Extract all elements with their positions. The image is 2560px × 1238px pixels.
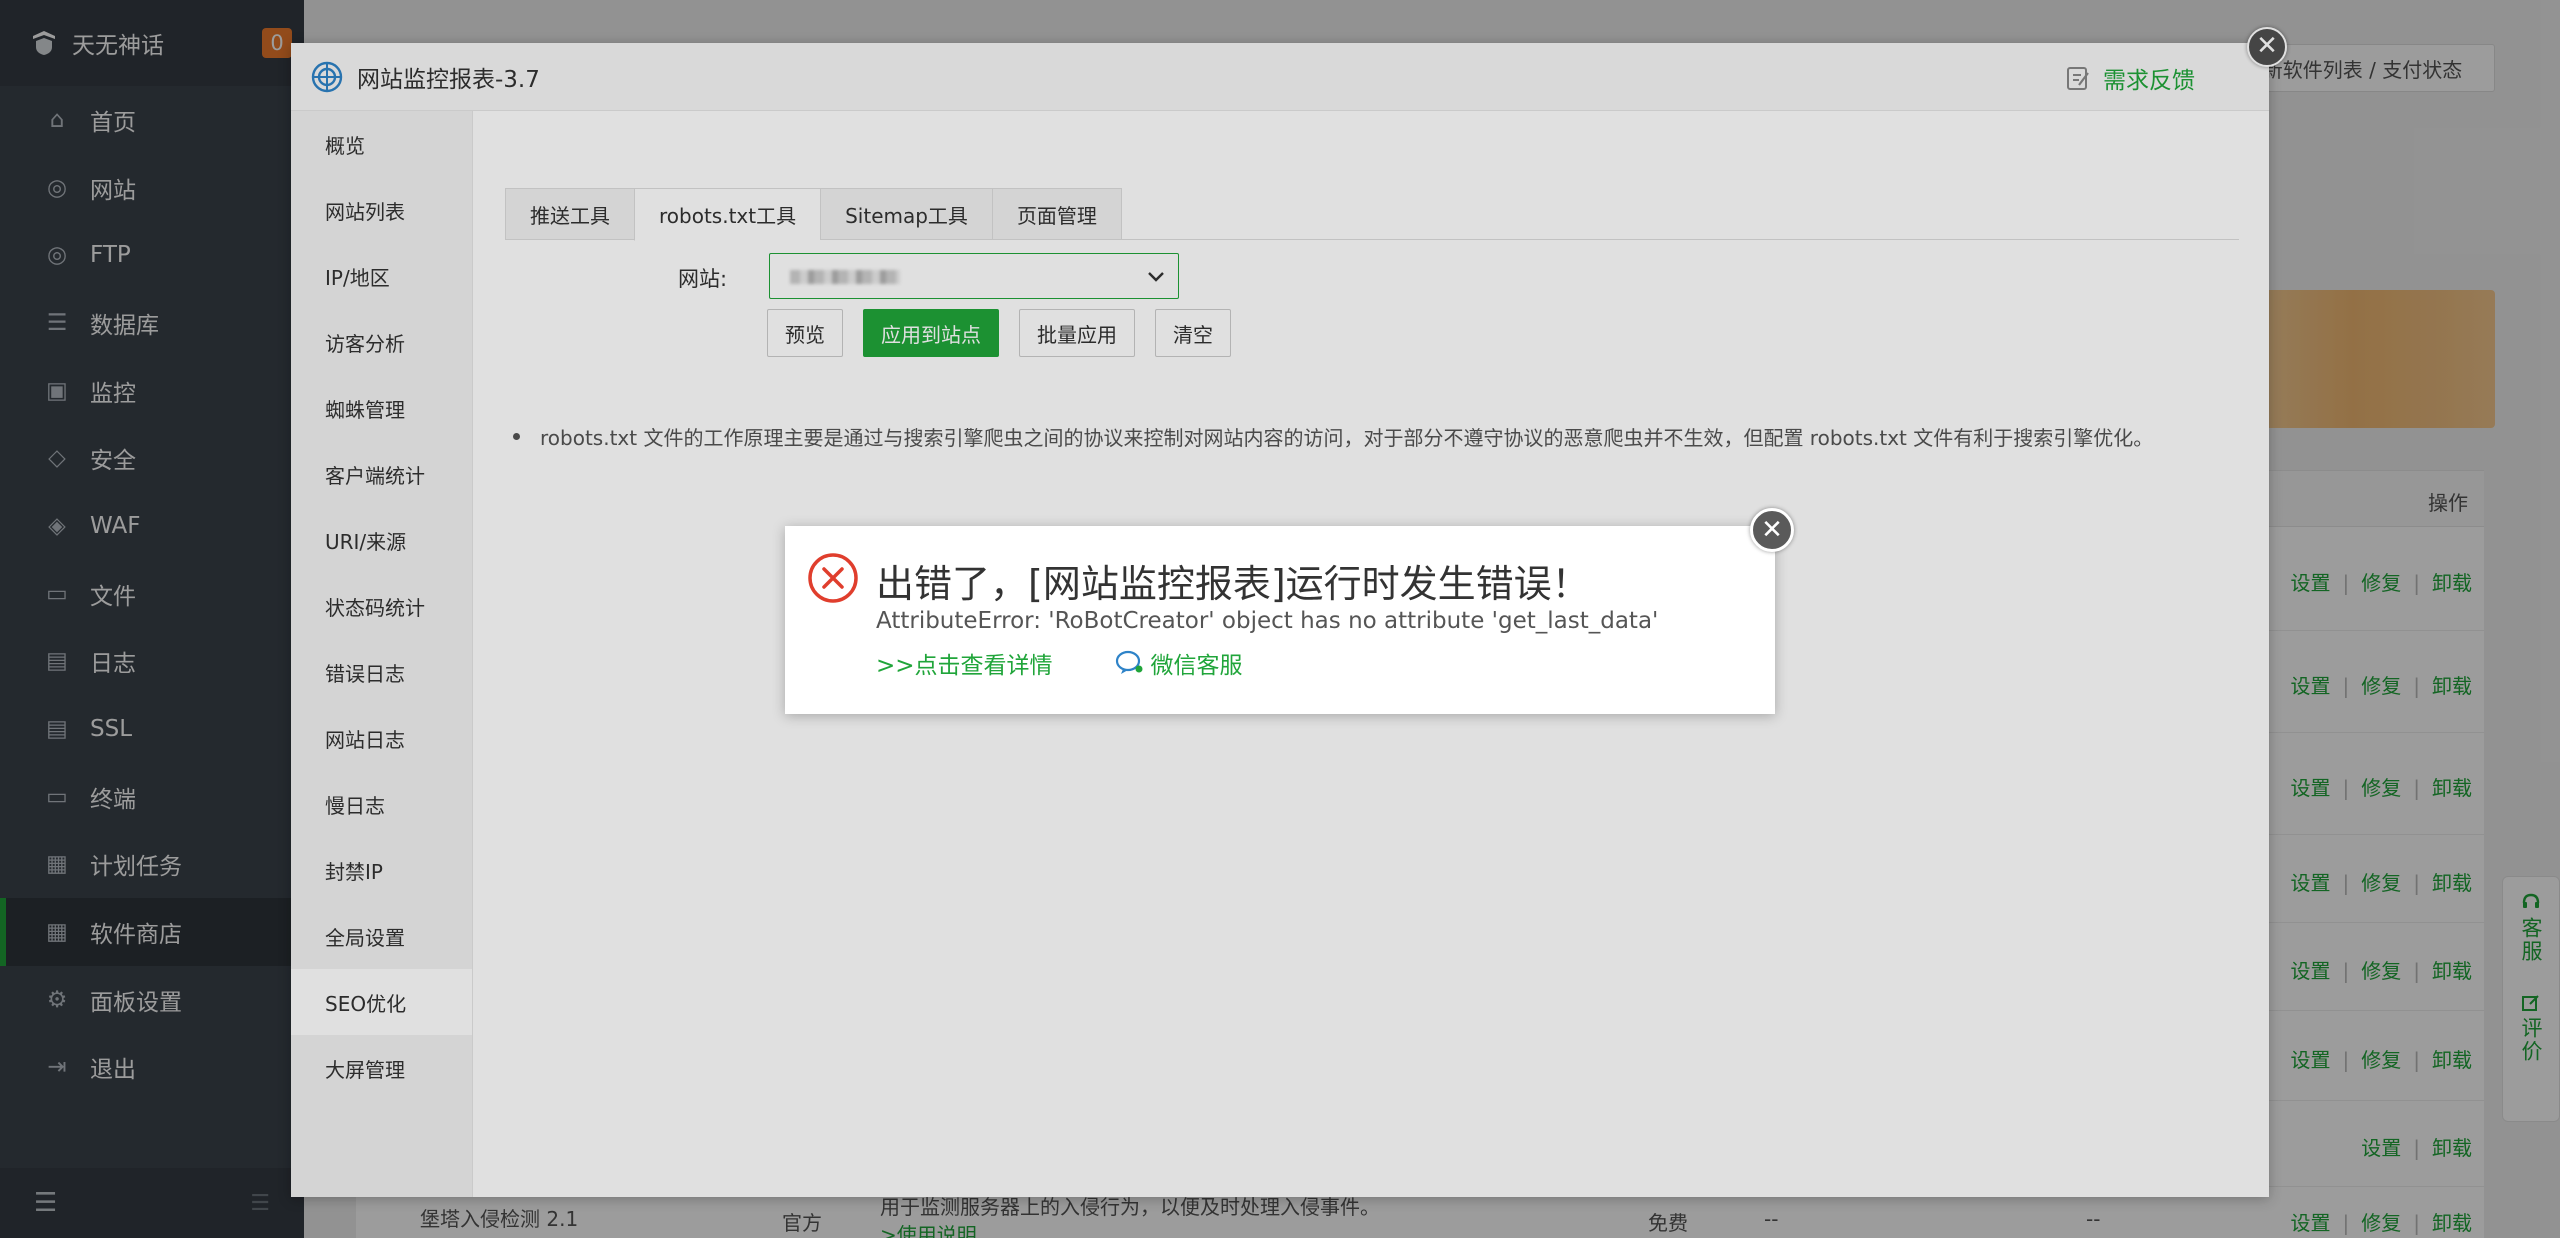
chat-bubble-icon — [1115, 650, 1143, 674]
error-close-icon[interactable]: ✕ — [1750, 508, 1794, 552]
wechat-service-link[interactable]: 微信客服 — [1115, 646, 1243, 680]
error-message: AttributeError: 'RoBotCreator' object ha… — [876, 608, 1659, 634]
error-dialog: 出错了，[网站监控报表]运行时发生错误！ AttributeError: 'Ro… — [785, 526, 1775, 714]
error-links: >>点击查看详情 微信客服 — [876, 646, 1243, 680]
wechat-service-label: 微信客服 — [1150, 653, 1243, 679]
error-icon — [808, 553, 858, 603]
error-title: 出错了，[网站监控报表]运行时发生错误！ — [876, 562, 1590, 606]
view-details-link[interactable]: >>点击查看详情 — [876, 646, 1053, 680]
